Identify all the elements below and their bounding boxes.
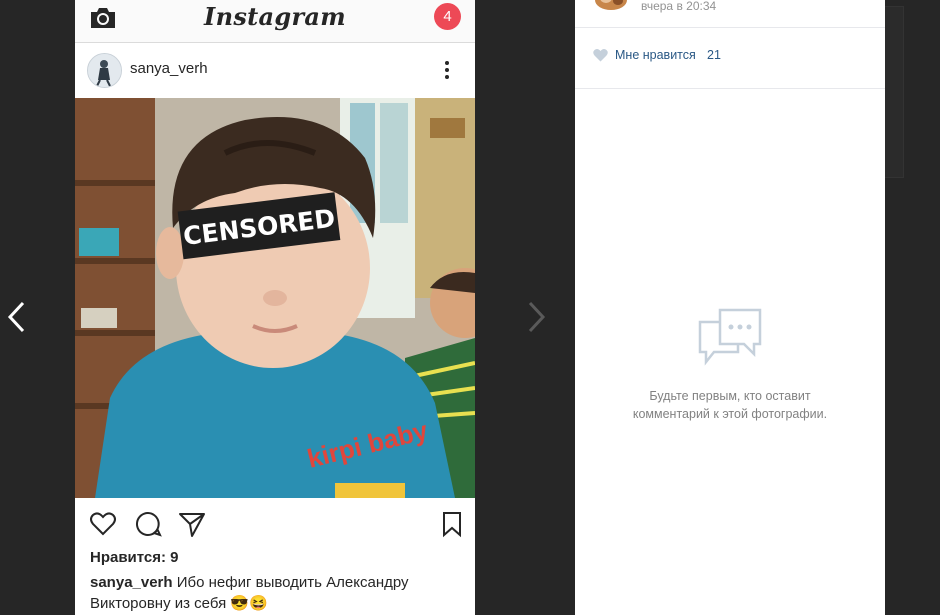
heart-icon[interactable] bbox=[593, 48, 608, 62]
caption-username[interactable]: sanya_verh bbox=[90, 574, 173, 591]
bookmark-icon[interactable] bbox=[438, 510, 466, 538]
chevron-right-icon[interactable] bbox=[525, 300, 547, 334]
like-count[interactable]: Нравится: 9 bbox=[90, 549, 179, 566]
empty-comments-text-line1: Будьте первым, кто оставит bbox=[649, 389, 811, 403]
author-row: вчера в 20:34 bbox=[575, 0, 885, 28]
notification-badge[interactable]: 4 bbox=[434, 3, 461, 30]
avatar[interactable] bbox=[87, 53, 122, 88]
like-count[interactable]: 21 bbox=[707, 48, 721, 62]
like-button[interactable]: Мне нравится bbox=[615, 48, 696, 62]
post-actions bbox=[75, 498, 475, 548]
post-header: sanya_verh bbox=[75, 43, 475, 98]
post-username[interactable]: sanya_verh bbox=[130, 60, 208, 77]
more-vertical-icon[interactable] bbox=[443, 59, 451, 81]
author-avatar[interactable] bbox=[594, 0, 628, 12]
instagram-logo: Instagram bbox=[204, 2, 346, 31]
background-window-edge bbox=[885, 6, 904, 178]
post-time[interactable]: вчера в 20:34 bbox=[641, 0, 716, 13]
share-icon[interactable] bbox=[178, 510, 206, 538]
heart-icon[interactable] bbox=[89, 510, 117, 538]
post-caption: sanya_verh Ибо нефиг выводить Александру… bbox=[90, 572, 460, 614]
instagram-post-screenshot: Instagram 4 sanya_verh kirpi baby CENSOR… bbox=[75, 0, 475, 615]
instagram-top-bar: Instagram 4 bbox=[75, 0, 475, 43]
comment-icon[interactable] bbox=[134, 510, 162, 538]
vk-photo-sidebar: вчера в 20:34 Мне нравится 21 Будьте пер… bbox=[575, 0, 885, 615]
chevron-left-icon[interactable] bbox=[6, 300, 28, 334]
comments-icon bbox=[698, 308, 762, 366]
like-row: Мне нравится 21 bbox=[575, 28, 885, 89]
empty-comments-text-line2: комментарий к этой фотографии. bbox=[632, 407, 828, 421]
post-photo: kirpi baby CENSORED bbox=[75, 98, 475, 498]
